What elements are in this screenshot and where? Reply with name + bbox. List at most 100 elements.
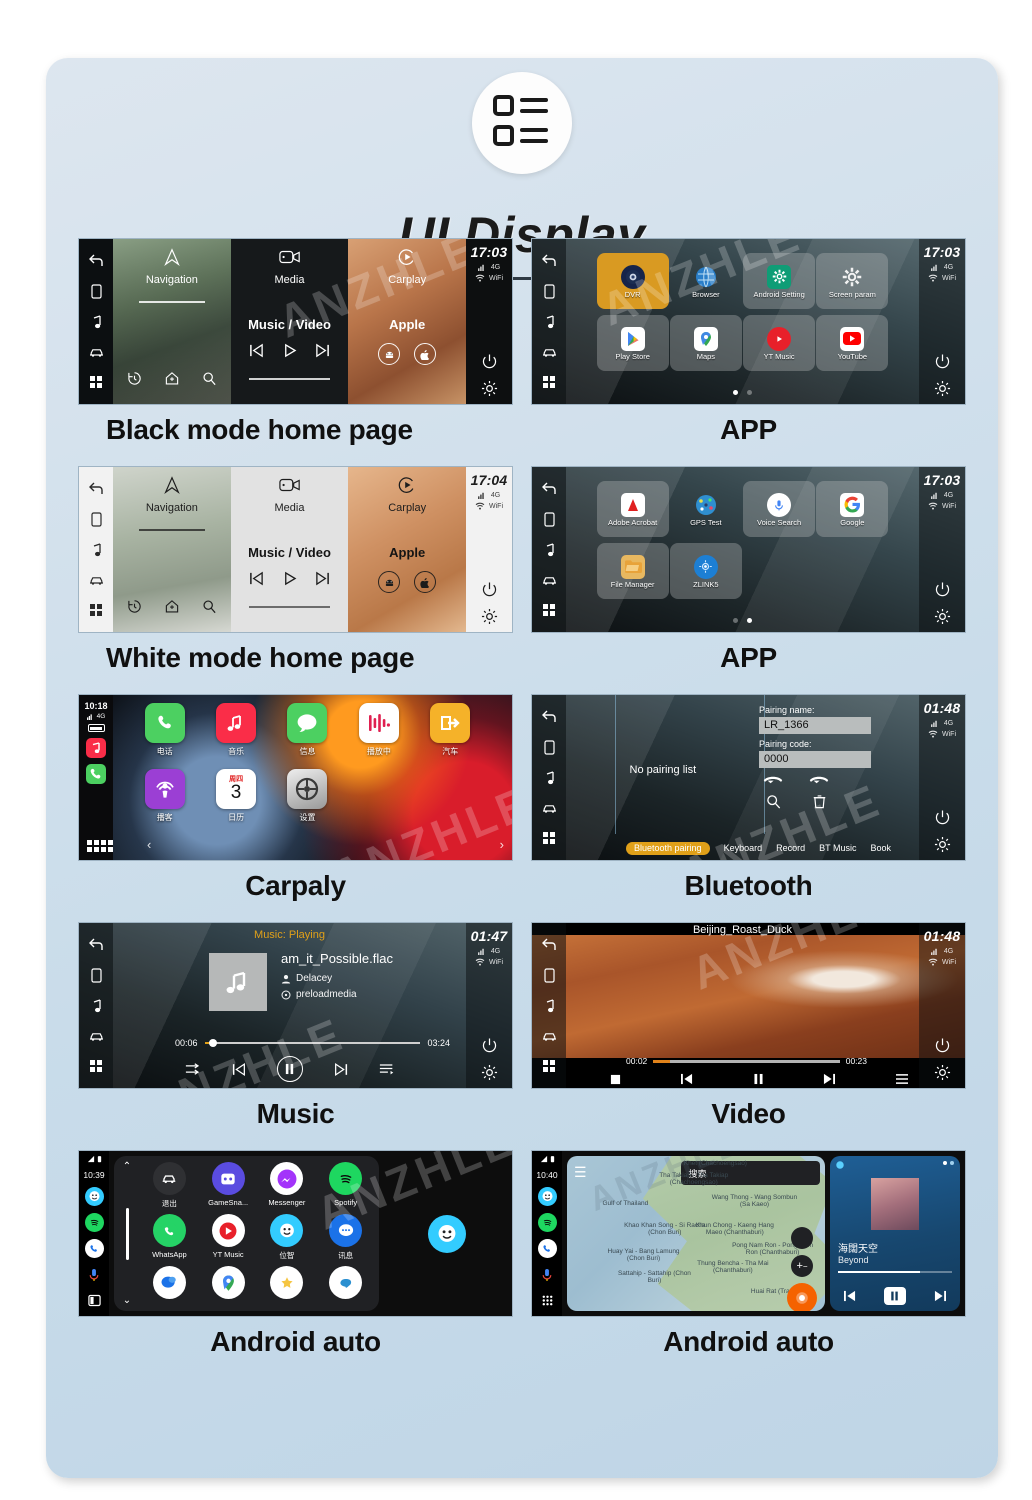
scroll-up-icon[interactable]: ⌃ (123, 1161, 131, 1172)
play-icon[interactable] (281, 571, 298, 586)
tab-bt-music[interactable]: BT Music (819, 843, 856, 853)
aa-app[interactable]: 位智 (270, 1214, 304, 1266)
music-icon[interactable] (86, 738, 106, 758)
search-icon[interactable] (202, 371, 217, 386)
split-screen-icon[interactable] (85, 1291, 104, 1310)
phone-screen-icon[interactable] (543, 740, 555, 755)
power-icon[interactable] (934, 1037, 951, 1054)
home-tile-media[interactable]: Media Music / Video (230, 239, 349, 404)
music-note-icon[interactable] (543, 315, 555, 330)
carplay-app[interactable]: 汽车 (430, 703, 471, 769)
scroll-down-icon[interactable]: ⌄ (123, 1295, 131, 1306)
back-icon[interactable] (541, 938, 557, 951)
phone-screen-icon[interactable] (90, 284, 102, 299)
music-note-icon[interactable] (543, 771, 555, 786)
tab-bluetooth-pairing[interactable]: Bluetooth pairing (626, 841, 710, 855)
power-icon[interactable] (934, 353, 951, 370)
android-icon[interactable] (378, 571, 401, 593)
app-tile[interactable]: ZLINK5 (669, 543, 742, 599)
history-icon[interactable] (127, 599, 142, 614)
carplay-app[interactable]: 电话 (144, 703, 185, 769)
music-note-icon[interactable] (90, 999, 102, 1014)
aa-app[interactable] (152, 1266, 186, 1311)
tab-book[interactable]: Book (870, 843, 891, 853)
stop-icon[interactable] (610, 1074, 621, 1085)
power-icon[interactable] (481, 353, 498, 370)
waze-icon[interactable] (428, 1214, 466, 1253)
car-icon[interactable] (541, 803, 558, 814)
next-icon[interactable] (822, 1073, 836, 1085)
car-icon[interactable] (541, 575, 558, 586)
phone-screen-icon[interactable] (90, 512, 102, 527)
power-icon[interactable] (934, 581, 951, 598)
gear-icon[interactable] (934, 836, 951, 853)
aa-app[interactable] (270, 1266, 304, 1311)
back-icon[interactable] (88, 254, 104, 267)
apple-icon[interactable] (414, 343, 437, 365)
apps-grid-icon[interactable] (89, 375, 103, 389)
compass-icon[interactable] (791, 1227, 813, 1250)
app-tile[interactable]: Adobe Acrobat (596, 481, 669, 537)
carplay-app[interactable]: 播放中 (358, 703, 399, 769)
next-icon[interactable] (933, 1290, 947, 1302)
pause-icon[interactable] (883, 1287, 906, 1305)
prev-icon[interactable] (843, 1290, 857, 1302)
seek-bar[interactable]: 00:06 03:24 (175, 1038, 450, 1048)
scrollbar[interactable] (125, 1207, 129, 1260)
waze-icon[interactable] (84, 1187, 104, 1206)
gear-icon[interactable] (481, 608, 498, 625)
carplay-app[interactable]: 音乐 (216, 703, 257, 769)
back-icon[interactable] (88, 482, 104, 495)
apps-grid-icon[interactable] (89, 603, 103, 617)
car-icon[interactable] (88, 1031, 105, 1042)
prev-icon[interactable] (248, 343, 265, 358)
home-tile-carplay[interactable]: Carplay Apple (348, 467, 466, 632)
app-tile[interactable]: DVR (596, 253, 669, 309)
pairing-name-value[interactable]: LR_1366 (759, 717, 871, 734)
carplay-app[interactable]: 播客 (144, 769, 185, 835)
apps-grid-icon[interactable] (542, 831, 556, 845)
delete-icon[interactable] (813, 794, 826, 809)
aa-app[interactable] (211, 1266, 245, 1311)
apps-grid-icon[interactable] (87, 840, 113, 852)
app-tile[interactable]: Browser (670, 253, 742, 309)
car-icon[interactable] (88, 575, 105, 586)
app-tile[interactable]: Voice Search (743, 481, 816, 537)
music-note-icon[interactable] (90, 543, 102, 558)
video-seek-bar[interactable]: 00:02 00:23 (626, 1056, 867, 1066)
gear-icon[interactable] (934, 608, 951, 625)
apps-grid-icon[interactable] (542, 375, 556, 389)
aa-app[interactable]: GameSna... (208, 1162, 248, 1214)
phone-icon[interactable] (86, 764, 106, 784)
car-icon[interactable] (88, 347, 105, 358)
gear-icon[interactable] (934, 380, 951, 397)
gear-icon[interactable] (934, 1064, 951, 1081)
carplay-app[interactable]: 设置 (287, 769, 328, 835)
tab-keyboard[interactable]: Keyboard (724, 843, 763, 853)
power-icon[interactable] (481, 581, 498, 598)
music-note-icon[interactable] (543, 999, 555, 1014)
phone-icon[interactable] (84, 1239, 104, 1258)
next-icon[interactable] (333, 1062, 349, 1077)
music-note-icon[interactable] (543, 543, 555, 558)
shuffle-icon[interactable] (185, 1062, 201, 1076)
history-icon[interactable] (127, 371, 142, 386)
page-dot[interactable] (747, 390, 752, 395)
home-tile-media[interactable]: Media Music / Video (230, 467, 349, 632)
tab-record[interactable]: Record (776, 843, 805, 853)
apps-grid-icon[interactable] (89, 1059, 103, 1073)
recenter-icon[interactable] (787, 1283, 817, 1311)
app-tile[interactable]: YT Music (743, 315, 816, 371)
home-tile-carplay[interactable]: Carplay Apple (348, 239, 466, 404)
page-next-icon[interactable]: › (500, 837, 504, 852)
spotify-icon[interactable] (537, 1213, 557, 1232)
waze-icon[interactable] (537, 1187, 557, 1206)
gear-icon[interactable] (481, 380, 498, 397)
page-dot[interactable] (733, 618, 738, 623)
play-icon[interactable] (281, 343, 298, 358)
back-icon[interactable] (541, 710, 557, 723)
gear-icon[interactable] (481, 1064, 498, 1081)
pairing-code-value[interactable]: 0000 (759, 751, 871, 768)
prev-icon[interactable] (248, 571, 265, 586)
end-call-icon[interactable] (809, 774, 829, 785)
